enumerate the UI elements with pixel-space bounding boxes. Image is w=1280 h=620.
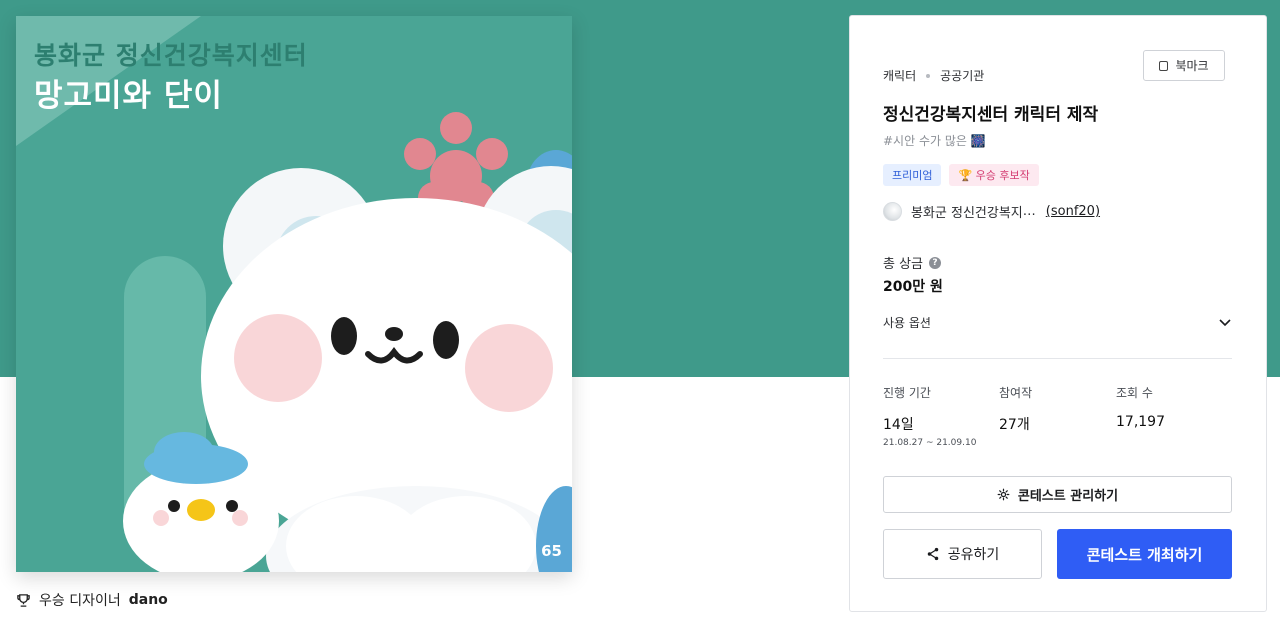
artwork-title-line2: 망고미와 단이 — [34, 78, 223, 114]
artwork-title-line1: 봉화군 정신건강복지센터 — [34, 41, 308, 70]
stat-views: 조회 수 17,197 — [1116, 384, 1165, 430]
winner-candidate-badge: 🏆 우승 후보작 — [949, 164, 1039, 186]
total-prize-value: 200만 원 — [883, 279, 943, 295]
share-button[interactable]: 공유하기 — [883, 529, 1042, 579]
chevron-down-icon — [1219, 318, 1231, 326]
bookmark-button[interactable]: 북마크 — [1143, 50, 1225, 81]
bookmark-icon — [1159, 60, 1169, 71]
artwork-card[interactable]: 봉화군 정신건강복지센터 망고미와 단이 65 — [16, 16, 572, 572]
manage-contest-button[interactable]: 콘테스트 관리하기 — [883, 476, 1232, 513]
contest-hashtag: #시안 수가 많은 🎆 — [883, 134, 986, 148]
stat-duration: 진행 기간 14일 21.08.27 ~ 21.09.10 — [883, 384, 976, 448]
host-info[interactable]: 봉화군 정신건강복지 … (sonf20) — [883, 202, 1100, 221]
category-label[interactable]: 캐릭터 — [883, 67, 916, 84]
share-icon — [927, 547, 938, 561]
premium-badge: 프리미엄 — [883, 164, 942, 186]
host-name: 봉화군 정신건강복지 — [911, 206, 1023, 221]
usage-options-toggle[interactable]: 사용 옵션 — [883, 314, 1231, 331]
views-value: 17,197 — [1116, 414, 1165, 430]
duration-range: 21.08.27 ~ 21.09.10 — [883, 438, 977, 448]
avatar — [883, 202, 902, 221]
stat-entries: 참여작 27개 — [999, 384, 1032, 434]
badge-list: 프리미엄 🏆 우승 후보작 — [883, 164, 1039, 186]
share-label: 공유하기 — [947, 547, 1000, 563]
help-icon[interactable]: ? — [929, 256, 942, 269]
like-button[interactable]: 65 — [515, 542, 562, 560]
host-id[interactable]: (sonf20) — [1046, 204, 1100, 219]
divider — [883, 358, 1232, 359]
winner-designer: 우승 디자이너 dano — [16, 590, 168, 610]
separator-dot — [926, 73, 931, 78]
manage-contest-label: 콘테스트 관리하기 — [1017, 489, 1119, 504]
duration-value: 14일 — [883, 417, 914, 433]
category-breadcrumb: 캐릭터 공공기관 — [883, 67, 984, 84]
contest-title: 정신건강복지센터 캐릭터 제작 — [883, 105, 1099, 125]
like-count: 65 — [541, 542, 562, 560]
entries-value: 27개 — [999, 417, 1030, 433]
subcategory-label[interactable]: 공공기관 — [940, 67, 984, 84]
gear-icon — [997, 488, 1010, 501]
host-name-ellipsis: … — [1022, 204, 1036, 219]
host-contest-label: 콘테스트 개최하기 — [1086, 545, 1203, 564]
duration-label: 진행 기간 — [883, 386, 931, 400]
heart-icon — [516, 542, 535, 560]
entries-label: 참여작 — [999, 386, 1033, 400]
trophy-icon — [17, 593, 30, 607]
host-contest-button[interactable]: 콘테스트 개최하기 — [1057, 529, 1232, 579]
contest-info-panel: 캐릭터 공공기관 북마크 정신건강복지센터 캐릭터 제작 #시안 수가 많은 🎆… — [849, 15, 1267, 612]
views-label: 조회 수 — [1116, 386, 1153, 400]
designer-label: 우승 디자이너 — [39, 593, 121, 609]
designer-name[interactable]: dano — [129, 592, 168, 608]
usage-options-label: 사용 옵션 — [883, 316, 931, 330]
bookmark-label: 북마크 — [1175, 59, 1209, 73]
total-prize-label: 총 상금 ? — [883, 253, 942, 272]
total-prize-text: 총 상금 — [883, 257, 924, 272]
